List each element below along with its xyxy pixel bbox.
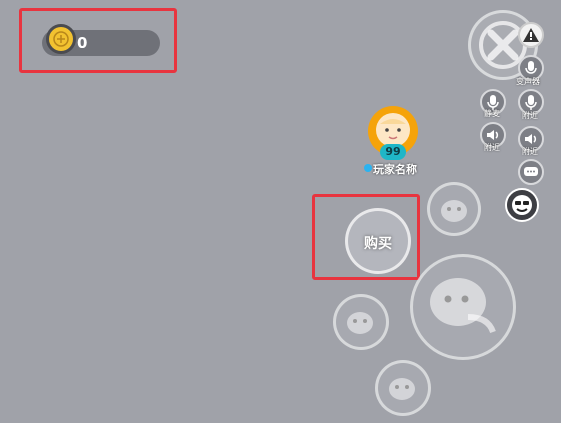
coin-icon xyxy=(46,24,76,54)
mic-nearby-label: 附近 xyxy=(522,111,538,120)
speaker-nearby-label: 附近 xyxy=(484,143,500,152)
buy-button[interactable]: 购买 xyxy=(345,208,411,274)
skill-button-2[interactable] xyxy=(333,294,389,350)
skill-button-3[interactable] xyxy=(375,360,431,416)
penguin-skill-icon xyxy=(347,312,373,334)
player-gender-icon xyxy=(364,164,372,172)
penguin-skill-icon xyxy=(430,278,496,334)
emote-icon xyxy=(512,195,532,215)
emote-button[interactable] xyxy=(505,188,539,222)
coin-count: 0 xyxy=(77,34,88,52)
level-badge: 99 xyxy=(380,144,406,160)
skill-button-1[interactable] xyxy=(427,182,481,236)
mic-mute-label: 静麦 xyxy=(484,109,500,118)
penguin-skill-icon xyxy=(441,200,467,222)
player-name: 玩家名称 xyxy=(373,163,417,176)
chat-icon xyxy=(524,167,538,176)
warning-icon xyxy=(523,28,539,42)
voice-changer-label: 变声器 xyxy=(516,77,540,86)
report-button[interactable] xyxy=(518,22,544,48)
speaker-nearby2-label: 附近 xyxy=(522,147,538,156)
penguin-skill-icon xyxy=(389,378,415,400)
chat-button[interactable] xyxy=(518,159,544,185)
attack-button[interactable] xyxy=(410,254,516,360)
buy-label: 购买 xyxy=(364,236,392,252)
